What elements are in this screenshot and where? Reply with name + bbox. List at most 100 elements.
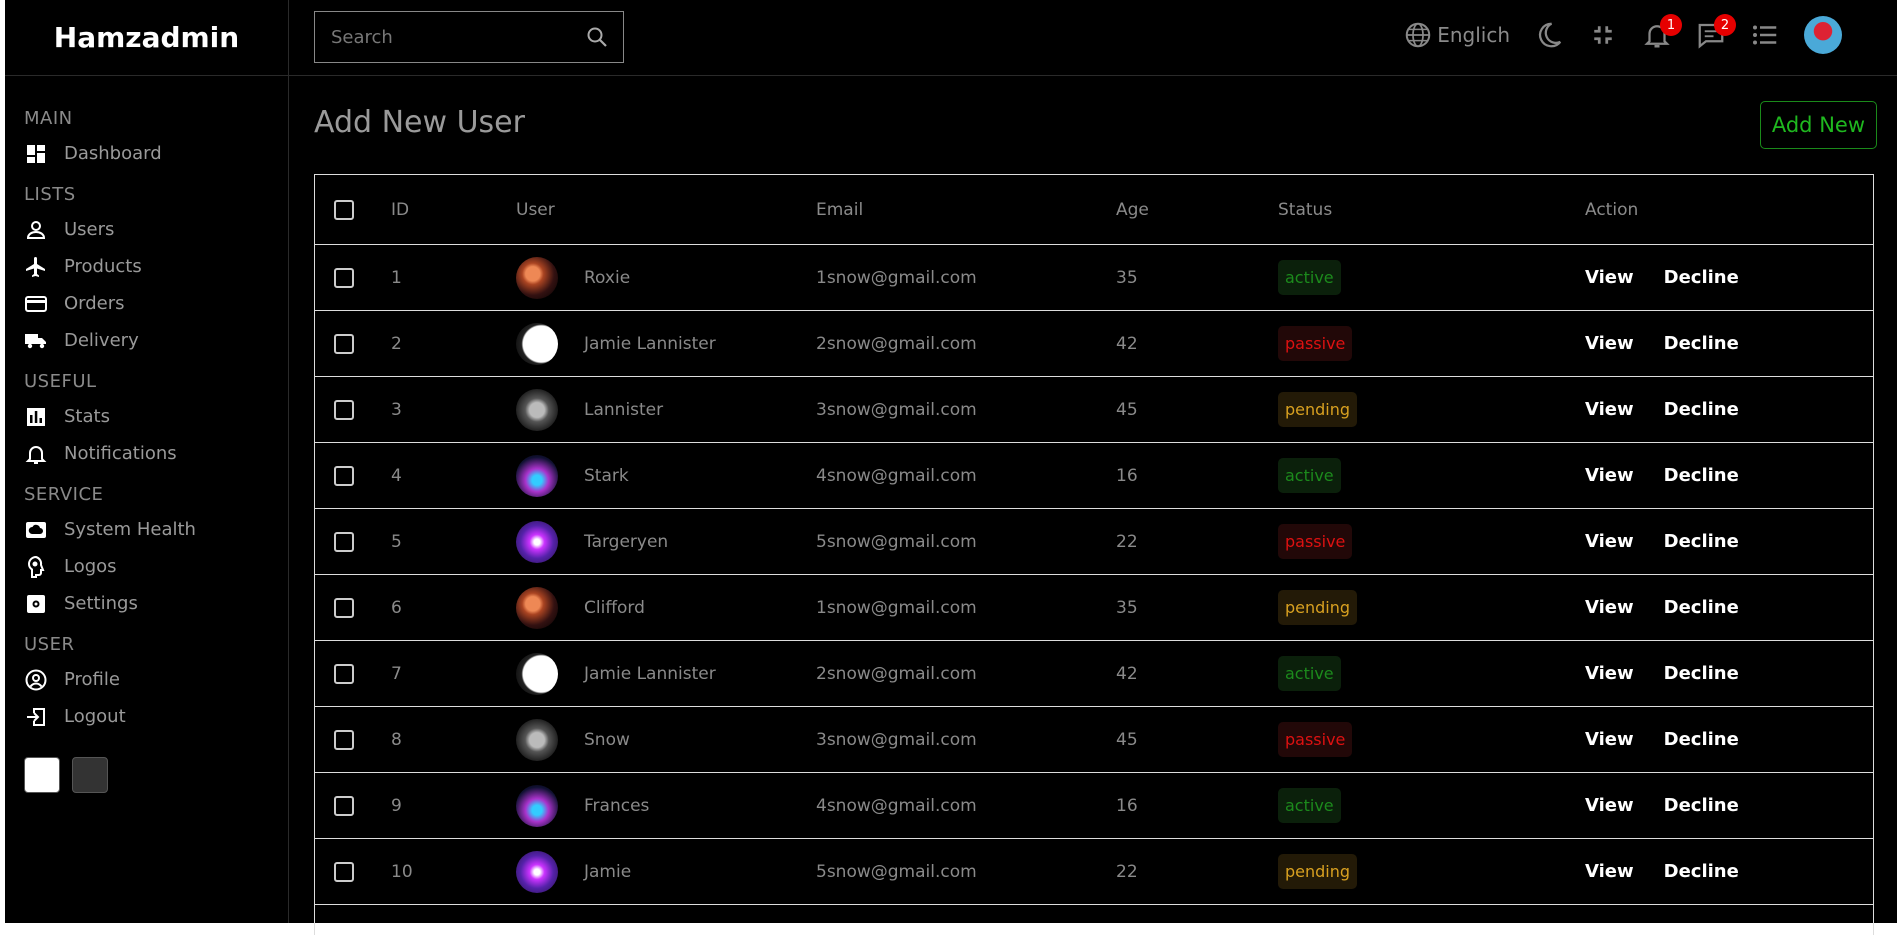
sidebar-item-system-health[interactable]: System Health (24, 511, 288, 548)
user-name: Jamie (584, 861, 632, 882)
sidebar-item-orders[interactable]: Orders (24, 285, 288, 322)
status-badge: active (1278, 458, 1341, 493)
fullscreen-exit-icon[interactable] (1588, 20, 1618, 50)
select-all-checkbox[interactable] (334, 199, 354, 220)
decline-button[interactable]: Decline (1664, 663, 1739, 684)
page-title: Add New User (314, 105, 525, 140)
sidebar-item-label: Profile (64, 669, 120, 690)
column-header-user[interactable]: User (516, 200, 816, 220)
messages-button[interactable]: 2 (1696, 14, 1736, 50)
user-avatar[interactable] (1804, 16, 1842, 54)
sidebar-item-stats[interactable]: Stats (24, 398, 288, 435)
view-button[interactable]: View (1585, 267, 1634, 288)
users-table: ID User Email Age Status Action 1 Roxie 1s… (314, 174, 1874, 935)
add-new-button[interactable]: Add New (1759, 101, 1877, 149)
row-checkbox[interactable] (334, 465, 354, 486)
status-badge: pending (1278, 854, 1358, 889)
search-icon[interactable] (585, 25, 609, 49)
notifications-badge: 1 (1660, 14, 1682, 36)
cell-age: 42 (1116, 663, 1138, 684)
table-row[interactable]: 5 Targeryen 5snow@gmail.com 22 passive View De… (315, 509, 1873, 575)
decline-button[interactable]: Decline (1664, 333, 1739, 354)
user-avatar-thumb (516, 850, 558, 893)
row-checkbox[interactable] (334, 531, 354, 552)
table-row[interactable]: 1 Roxie 1snow@gmail.com 35 active View Decline (315, 245, 1873, 311)
view-button[interactable]: View (1585, 663, 1634, 684)
cell-user: Roxie (516, 256, 816, 299)
row-checkbox[interactable] (334, 729, 354, 750)
sidebar-item-logout[interactable]: Logout (24, 698, 288, 735)
cell-status: pending (1278, 392, 1578, 427)
settings-icon (27, 594, 45, 613)
view-button[interactable]: View (1585, 795, 1634, 816)
app-window: Hamzadmin MAIN Dashboard LISTS Users Product… (5, 0, 1897, 935)
table-row[interactable]: 10 Jamie 5snow@gmail.com 22 pending View Decli… (315, 839, 1873, 905)
language-selector[interactable]: Englich (1403, 20, 1510, 50)
status-badge: pending (1278, 392, 1358, 427)
cell-age: 16 (1116, 795, 1138, 816)
view-button[interactable]: View (1585, 399, 1634, 420)
table-row[interactable]: 4 Stark 4snow@gmail.com 16 active View Decline (315, 443, 1873, 509)
decline-button[interactable]: Decline (1664, 267, 1739, 288)
column-header-status[interactable]: Status (1278, 200, 1578, 220)
sidebar-item-dashboard[interactable]: Dashboard (24, 135, 288, 172)
decline-button[interactable]: Decline (1664, 597, 1739, 618)
column-header-age[interactable]: Age (1116, 200, 1278, 220)
row-checkbox[interactable] (334, 663, 354, 684)
decline-button[interactable]: Decline (1664, 531, 1739, 552)
cell-user: Lannister (516, 388, 816, 431)
sidebar-item-notifications[interactable]: Notifications (24, 435, 288, 472)
notifications-button[interactable]: 1 (1642, 14, 1682, 50)
brain-icon (27, 555, 45, 578)
topbar-icons: Englich 1 2 (1403, 14, 1842, 54)
table-row[interactable]: 3 Lannister 3snow@gmail.com 45 pending View De… (315, 377, 1873, 443)
user-avatar-thumb (516, 520, 558, 563)
search-input[interactable] (329, 25, 585, 49)
row-checkbox[interactable] (334, 333, 354, 354)
table-row[interactable]: 8 Snow 3snow@gmail.com 45 passive View Decline (315, 707, 1873, 773)
account-circle-icon (25, 669, 47, 690)
row-checkbox[interactable] (334, 399, 354, 420)
light-theme-swatch[interactable] (24, 757, 60, 793)
credit-card-icon (25, 295, 47, 312)
cell-action: View Decline (1578, 267, 1873, 288)
sidebar-item-products[interactable]: Products (24, 248, 288, 285)
cell-age: 35 (1116, 597, 1138, 618)
view-button[interactable]: View (1585, 333, 1634, 354)
list-icon[interactable] (1750, 20, 1780, 50)
view-button[interactable]: View (1585, 465, 1634, 486)
app-logo[interactable]: Hamzadmin (54, 21, 239, 54)
user-name: Roxie (584, 267, 631, 288)
sidebar-item-users[interactable]: Users (24, 211, 288, 248)
table-row[interactable]: 9 Frances 4snow@gmail.com 16 active View Decli… (315, 773, 1873, 839)
table-row[interactable]: 6 Clifford 1snow@gmail.com 35 pending View Dec… (315, 575, 1873, 641)
table-row[interactable]: 2 Jamie Lannister 2snow@gmail.com 42 passive… (315, 311, 1873, 377)
column-header-id[interactable]: ID (391, 200, 516, 220)
row-checkbox[interactable] (334, 795, 354, 816)
dark-theme-swatch[interactable] (72, 757, 108, 793)
decline-button[interactable]: Decline (1664, 861, 1739, 882)
sidebar-item-logos[interactable]: Logos (24, 548, 288, 585)
table-row[interactable]: 7 Jamie Lannister 2snow@gmail.com 42 active V… (315, 641, 1873, 707)
view-button[interactable]: View (1585, 597, 1634, 618)
row-checkbox[interactable] (334, 861, 354, 882)
sidebar-item-profile[interactable]: Profile (24, 661, 288, 698)
cell-age: 45 (1116, 729, 1138, 750)
decline-button[interactable]: Decline (1664, 795, 1739, 816)
decline-button[interactable]: Decline (1664, 399, 1739, 420)
user-name: Clifford (584, 597, 645, 618)
sidebar-item-delivery[interactable]: Delivery (24, 322, 288, 359)
dark-mode-icon[interactable] (1534, 20, 1564, 50)
decline-button[interactable]: Decline (1664, 465, 1739, 486)
sidebar-item-settings[interactable]: Settings (24, 585, 288, 622)
view-button[interactable]: View (1585, 861, 1634, 882)
cell-user: Stark (516, 454, 816, 497)
view-button[interactable]: View (1585, 729, 1634, 750)
decline-button[interactable]: Decline (1664, 729, 1739, 750)
row-checkbox[interactable] (334, 267, 354, 288)
sidebar-section-title: USEFUL (24, 371, 97, 392)
view-button[interactable]: View (1585, 531, 1634, 552)
cell-email: 4snow@gmail.com (816, 465, 977, 486)
column-header-email[interactable]: Email (816, 200, 1116, 220)
row-checkbox[interactable] (334, 597, 354, 618)
